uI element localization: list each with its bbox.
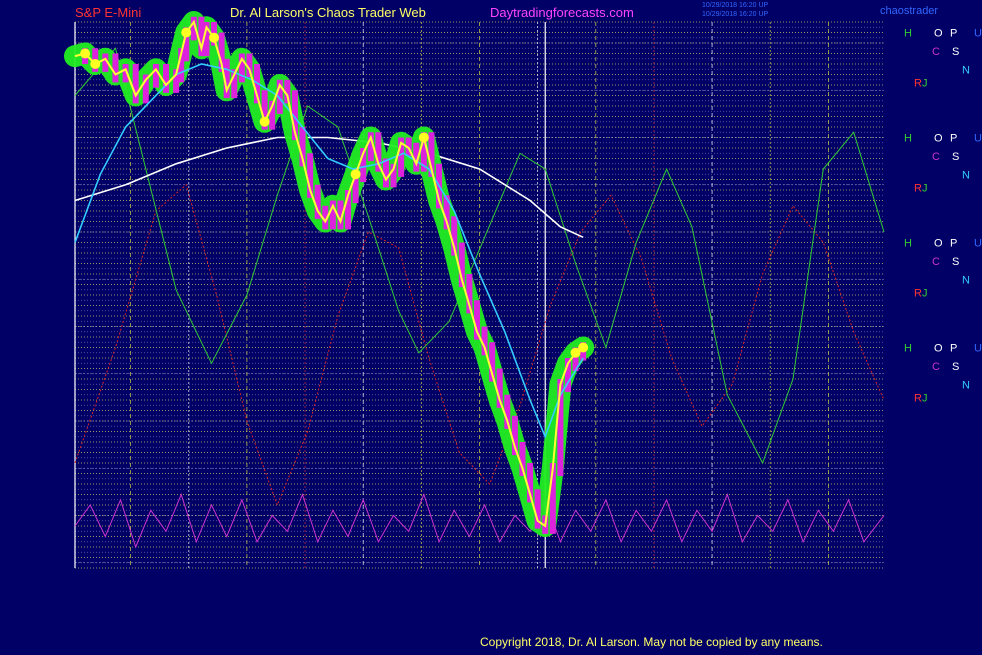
price-point (80, 48, 91, 59)
right-scale-letter: S (952, 151, 959, 163)
right-scale-letter: U (974, 28, 982, 40)
timestamp-2: 10/29/2018 16:20 UP (702, 11, 768, 18)
right-scale-letter: H (904, 238, 912, 250)
right-scale-letter: J (922, 392, 928, 404)
right-scale-letter: S (952, 46, 959, 58)
price-point (578, 342, 589, 353)
right-scale-letter: R (914, 77, 922, 89)
right-scale-letter: P (950, 238, 957, 250)
right-scale-letter: H (904, 28, 912, 40)
right-scale-letter: C (932, 361, 940, 373)
right-scale-letter: O (934, 343, 943, 355)
right-scale-letter: N (962, 379, 970, 391)
right-scale-letter: C (932, 151, 940, 163)
price-point (350, 169, 361, 180)
corner-label: chaostrader (880, 5, 938, 17)
price-point (259, 116, 270, 127)
site-link[interactable]: Daytradingforecasts.com (490, 5, 634, 20)
price-bar (112, 53, 119, 83)
right-scale-letter: P (950, 28, 957, 40)
right-scale-letter: N (962, 64, 970, 76)
chart-title: Dr. Al Larson's Chaos Trader Web (230, 5, 426, 20)
right-scale-letter: J (922, 77, 928, 89)
right-scale-letter: H (904, 133, 912, 145)
right-scale-letter: S (952, 256, 959, 268)
chart-root: HOPUCSNRJHOPUCSNRJHOPUCSNRJHOPUCSNRJ S&P… (0, 0, 982, 650)
price-point (181, 27, 192, 38)
right-scale-letter: O (934, 28, 943, 40)
price-bar (152, 64, 159, 88)
right-scale-letter: J (922, 182, 928, 194)
instrument-label: S&P E-Mini (75, 5, 141, 20)
right-scale-letter: O (934, 133, 943, 145)
timestamp-1: 10/29/2018 16:20 UP (702, 2, 768, 9)
right-scale-letter: N (962, 274, 970, 286)
right-scale-letter: S (952, 361, 959, 373)
right-scale-letter: O (934, 238, 943, 250)
right-scale-letter: J (922, 287, 928, 299)
right-scale-letter: P (950, 343, 957, 355)
right-scale-letter: R (914, 182, 922, 194)
right-scale-letter: R (914, 392, 922, 404)
price-point (418, 132, 429, 143)
price-bar (132, 64, 139, 104)
right-scale-letter: C (932, 46, 940, 58)
right-scale-letter: P (950, 133, 957, 145)
price-bar (163, 64, 170, 93)
right-scale-letter: R (914, 287, 922, 299)
right-scale-letter: N (962, 169, 970, 181)
chaos-trader-chart: H O P UC SNR JH O P UC SNR JH O P UC SNR JH O P UC SNR J S&P… (0, 0, 982, 650)
right-scale-letter: U (974, 343, 982, 355)
right-scale-letter: H (904, 343, 912, 355)
right-scale-letter: U (974, 133, 982, 145)
price-point (209, 32, 220, 43)
right-scale-letter: C (932, 256, 940, 268)
copyright-notice: Copyright 2018, Dr. Al Larson. May not b… (480, 635, 823, 649)
price-point (90, 59, 101, 69)
right-scale-letter: U (974, 238, 982, 250)
